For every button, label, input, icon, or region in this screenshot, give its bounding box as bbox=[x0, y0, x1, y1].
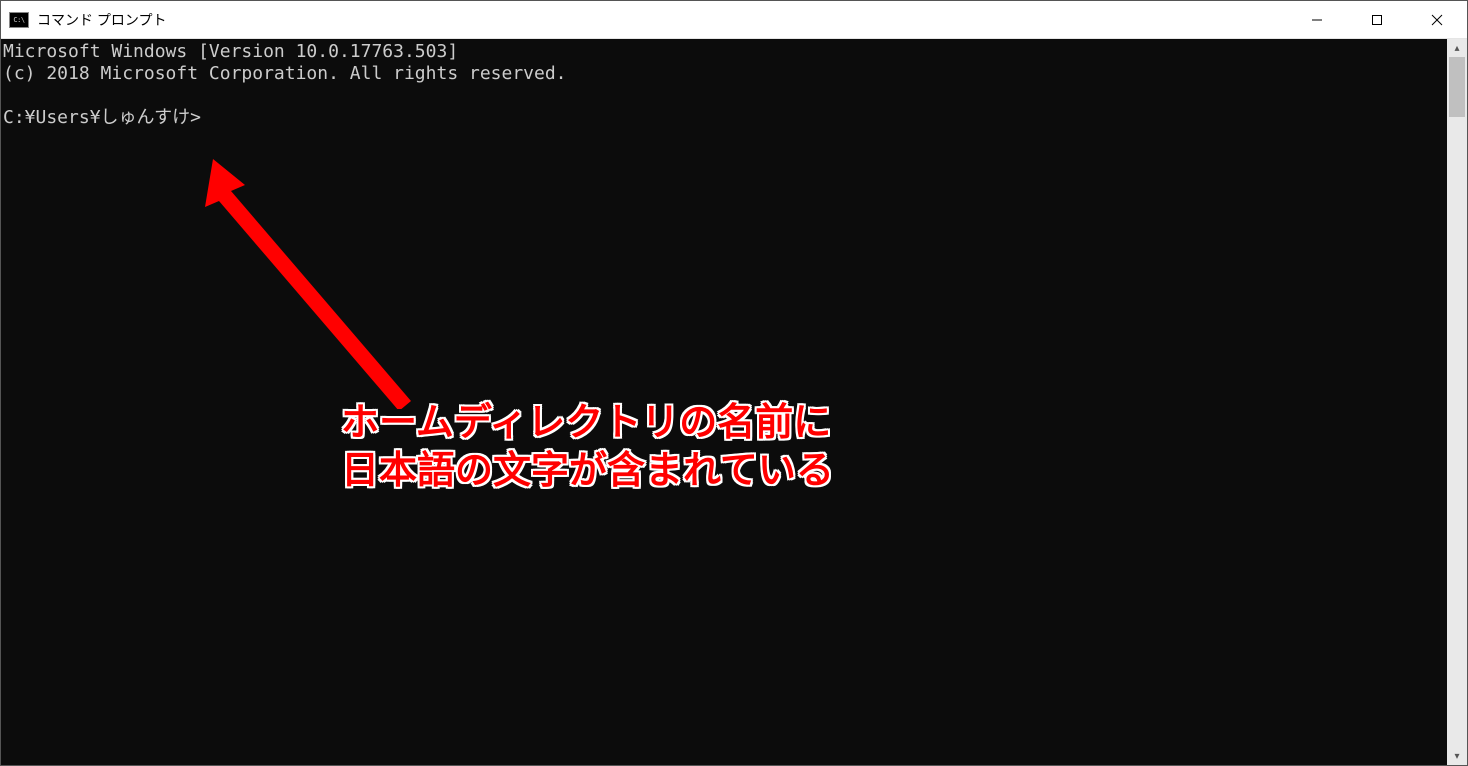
titlebar[interactable]: コマンド プロンプト bbox=[1, 1, 1467, 39]
close-button[interactable] bbox=[1407, 1, 1467, 38]
minimize-button[interactable] bbox=[1287, 1, 1347, 38]
scroll-down-arrow[interactable]: ▾ bbox=[1447, 747, 1467, 765]
command-prompt-window: コマンド プロンプト Microsoft Windows [Version 10… bbox=[0, 0, 1468, 766]
console-line: (c) 2018 Microsoft Corporation. All righ… bbox=[3, 63, 567, 84]
annotation-overlay: ホームディレクトリの名前に 日本語の文字が含まれている bbox=[1, 39, 1447, 765]
console-output[interactable]: Microsoft Windows [Version 10.0.17763.50… bbox=[1, 39, 1447, 765]
command-prompt-icon bbox=[9, 12, 29, 28]
annotation-text: ホームディレクトリの名前に 日本語の文字が含まれている bbox=[341, 399, 834, 495]
maximize-button[interactable] bbox=[1347, 1, 1407, 38]
arrow-annotation bbox=[201, 159, 431, 409]
console-prompt: C:¥Users¥しゅんすけ> bbox=[3, 107, 201, 128]
console-line: Microsoft Windows [Version 10.0.17763.50… bbox=[3, 41, 458, 62]
window-controls bbox=[1287, 1, 1467, 38]
window-title: コマンド プロンプト bbox=[37, 10, 1287, 30]
scrollbar-thumb[interactable] bbox=[1449, 57, 1465, 117]
console-area: Microsoft Windows [Version 10.0.17763.50… bbox=[1, 39, 1467, 765]
vertical-scrollbar[interactable]: ▴ ▾ bbox=[1447, 39, 1467, 765]
scroll-up-arrow[interactable]: ▴ bbox=[1447, 39, 1467, 57]
